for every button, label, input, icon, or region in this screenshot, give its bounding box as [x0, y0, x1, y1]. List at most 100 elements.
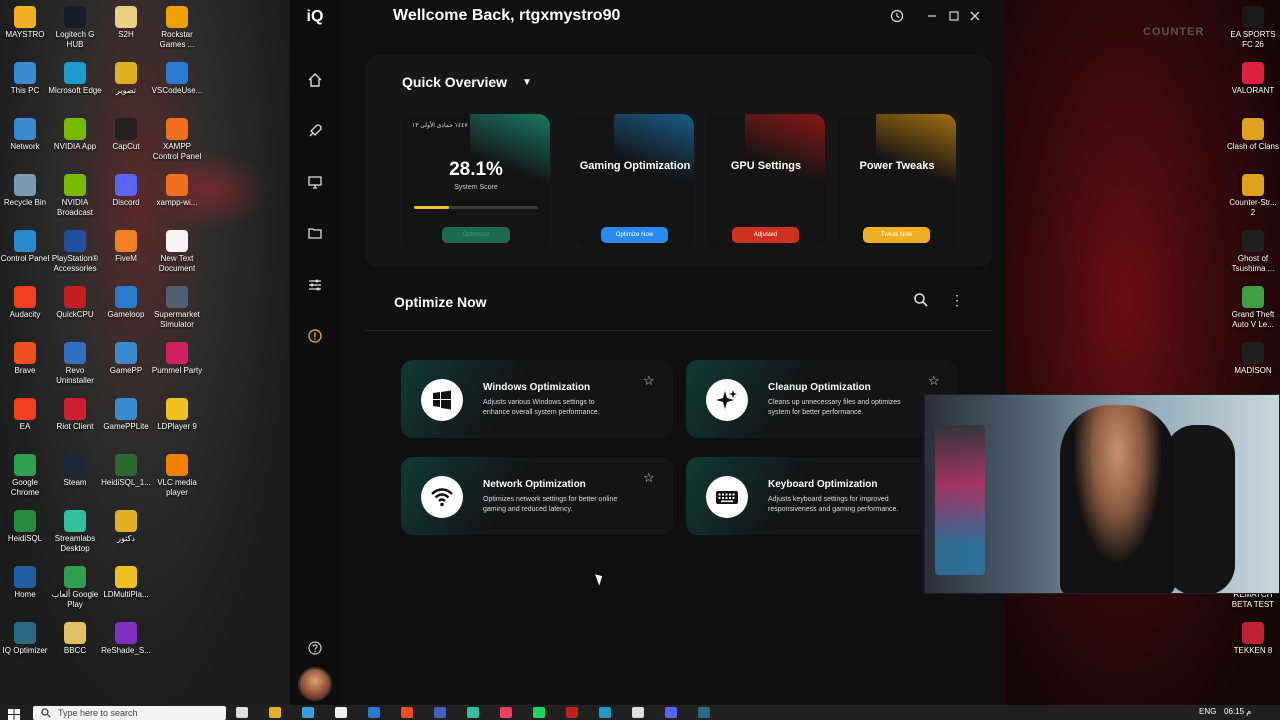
clock[interactable]: 06:15 م — [1224, 707, 1251, 716]
desktop-icon[interactable]: XAMPP Control Panel — [150, 118, 204, 162]
taskbar-app-icon[interactable] — [566, 707, 578, 718]
desktop-icon[interactable]: This PC — [0, 62, 52, 96]
desktop-icon[interactable]: Rockstar Games ... — [150, 6, 204, 50]
desktop-icon[interactable]: Supermarket Simulator — [150, 286, 204, 330]
desktop-icon[interactable]: VLC media player — [150, 454, 204, 498]
history-icon[interactable] — [888, 7, 906, 25]
desktop-icon[interactable]: Recycle Bin — [0, 174, 52, 208]
desktop-icon[interactable]: Network — [0, 118, 52, 152]
desktop-icon[interactable]: Steam — [48, 454, 102, 488]
desktop-icon[interactable]: تصوير — [99, 62, 153, 96]
desktop-icon[interactable]: Revo Uninstaller — [48, 342, 102, 386]
desktop-icon[interactable]: Discord — [99, 174, 153, 208]
taskbar-app-icon[interactable] — [269, 707, 281, 718]
desktop-icon[interactable]: New Text Document — [150, 230, 204, 274]
desktop-icon[interactable]: Clash of Clans — [1226, 118, 1280, 152]
desktop-icon[interactable]: Streamlabs Desktop — [48, 510, 102, 554]
desktop-icon[interactable]: VSCodeUse... — [150, 62, 204, 96]
desktop-icon[interactable]: Counter-Str... 2 — [1226, 174, 1280, 218]
optimization-item[interactable]: Cleanup Optimization Cleans up unnecessa… — [686, 360, 958, 438]
search-icon[interactable] — [913, 292, 933, 312]
quick-overview-title[interactable]: Quick Overview — [402, 74, 507, 90]
windows-start-icon[interactable] — [8, 707, 20, 720]
taskbar-app-icon[interactable] — [401, 707, 413, 718]
optimized-button[interactable]: Optimized — [442, 227, 510, 243]
home-icon[interactable] — [303, 68, 327, 92]
taskbar-app-icon[interactable] — [533, 707, 545, 718]
taskbar-app-icon[interactable] — [632, 707, 644, 718]
desktop-icon[interactable]: EA — [0, 398, 52, 432]
desktop-icon[interactable]: HeidiSQL — [0, 510, 52, 544]
desktop-icon[interactable]: دكتور — [99, 510, 153, 544]
folder-icon[interactable] — [303, 221, 327, 245]
taskbar-app-icon[interactable] — [236, 707, 248, 718]
desktop-icon[interactable]: Microsoft Edge — [48, 62, 102, 96]
optimization-item[interactable]: Network Optimization Optimizes network s… — [401, 457, 673, 535]
help-icon[interactable] — [303, 636, 327, 660]
desktop-icon[interactable]: NVIDIA Broadcast — [48, 174, 102, 218]
rocket-icon[interactable] — [303, 119, 327, 143]
taskbar-app-icon[interactable] — [335, 707, 347, 718]
desktop-icon[interactable]: MADISON — [1226, 342, 1280, 376]
minimize-button[interactable] — [923, 7, 941, 25]
desktop-icon[interactable]: LDPlayer 9 — [150, 398, 204, 432]
desktop-icon[interactable]: Brave — [0, 342, 52, 376]
desktop-icon[interactable]: CapCut — [99, 118, 153, 152]
more-options-icon[interactable]: ⋮ — [950, 292, 964, 312]
desktop-icon[interactable]: EA SPORTS FC 26 — [1226, 6, 1280, 50]
star-icon[interactable]: ☆ — [643, 471, 657, 485]
taskbar-app-icon[interactable] — [368, 707, 380, 718]
desktop-icon[interactable]: xampp-wi... — [150, 174, 204, 208]
taskbar-app-icon[interactable] — [599, 707, 611, 718]
desktop-icon[interactable]: FiveM — [99, 230, 153, 264]
desktop-icon[interactable]: Audacity — [0, 286, 52, 320]
card-action-button[interactable]: Optimize Now — [601, 227, 668, 243]
desktop-icon[interactable]: S2H — [99, 6, 153, 40]
desktop-icon[interactable]: GamePP — [99, 342, 153, 376]
desktop-icon[interactable] — [150, 566, 204, 590]
desktop-icon[interactable]: Home — [0, 566, 52, 600]
desktop-icon[interactable]: MAYSTRO — [0, 6, 52, 40]
star-icon[interactable]: ☆ — [643, 374, 657, 388]
desktop-icon[interactable]: Pummel Party — [150, 342, 204, 376]
desktop-icon[interactable]: HeidiSQL_1... — [99, 454, 153, 488]
maximize-button[interactable] — [945, 7, 963, 25]
desktop-icon[interactable] — [150, 510, 204, 534]
star-icon[interactable]: ☆ — [928, 374, 942, 388]
optimization-item[interactable]: Keyboard Optimization Adjusts keyboard s… — [686, 457, 958, 535]
avatar[interactable] — [298, 667, 332, 701]
alert-icon[interactable] — [303, 324, 327, 348]
desktop-icon[interactable]: NVIDIA App — [48, 118, 102, 152]
close-button[interactable] — [966, 7, 984, 25]
desktop-icon[interactable]: LDMultiPla... — [99, 566, 153, 600]
desktop-icon[interactable]: Google Chrome — [0, 454, 52, 498]
desktop-icon[interactable]: Grand Theft Auto V Le... — [1226, 286, 1280, 330]
language-indicator[interactable]: ENG — [1199, 707, 1216, 716]
desktop-icon[interactable]: ألعاب Google Play — [48, 566, 102, 610]
desktop-icon[interactable]: Control Panel — [0, 230, 52, 264]
taskbar-app-icon[interactable] — [467, 707, 479, 718]
desktop-icon[interactable]: Ghost of Tsushima ... — [1226, 230, 1280, 274]
desktop-icon[interactable]: ReShade_S... — [99, 622, 153, 656]
taskbar-app-icon[interactable] — [698, 707, 710, 718]
desktop-icon[interactable]: Logitech G HUB — [48, 6, 102, 50]
optimization-item[interactable]: Windows Optimization Adjusts various Win… — [401, 360, 673, 438]
card-action-button[interactable]: Tweak Now — [863, 227, 930, 243]
desktop-icon[interactable]: GamePPLite — [99, 398, 153, 432]
desktop-icon[interactable]: QuickCPU — [48, 286, 102, 320]
taskbar-app-icon[interactable] — [302, 707, 314, 718]
taskbar-search-input[interactable]: Type here to search — [33, 706, 226, 720]
desktop-icon[interactable]: BBCC — [48, 622, 102, 656]
desktop-icon[interactable]: Riot Client — [48, 398, 102, 432]
chevron-down-icon[interactable]: ▼ — [522, 77, 532, 88]
desktop-icon[interactable]: Gameloop — [99, 286, 153, 320]
card-action-button[interactable]: Adjusted — [732, 227, 799, 243]
desktop-icon[interactable]: TEKKEN 8 — [1226, 622, 1280, 656]
desktop-icon[interactable]: VALORANT — [1226, 62, 1280, 96]
taskbar-app-icon[interactable] — [665, 707, 677, 718]
monitor-icon[interactable] — [303, 170, 327, 194]
desktop-icon[interactable]: PlayStation® Accessories — [48, 230, 102, 274]
taskbar-app-icon[interactable] — [500, 707, 512, 718]
taskbar-app-icon[interactable] — [434, 707, 446, 718]
desktop-icon[interactable]: IQ Optimizer — [0, 622, 52, 656]
